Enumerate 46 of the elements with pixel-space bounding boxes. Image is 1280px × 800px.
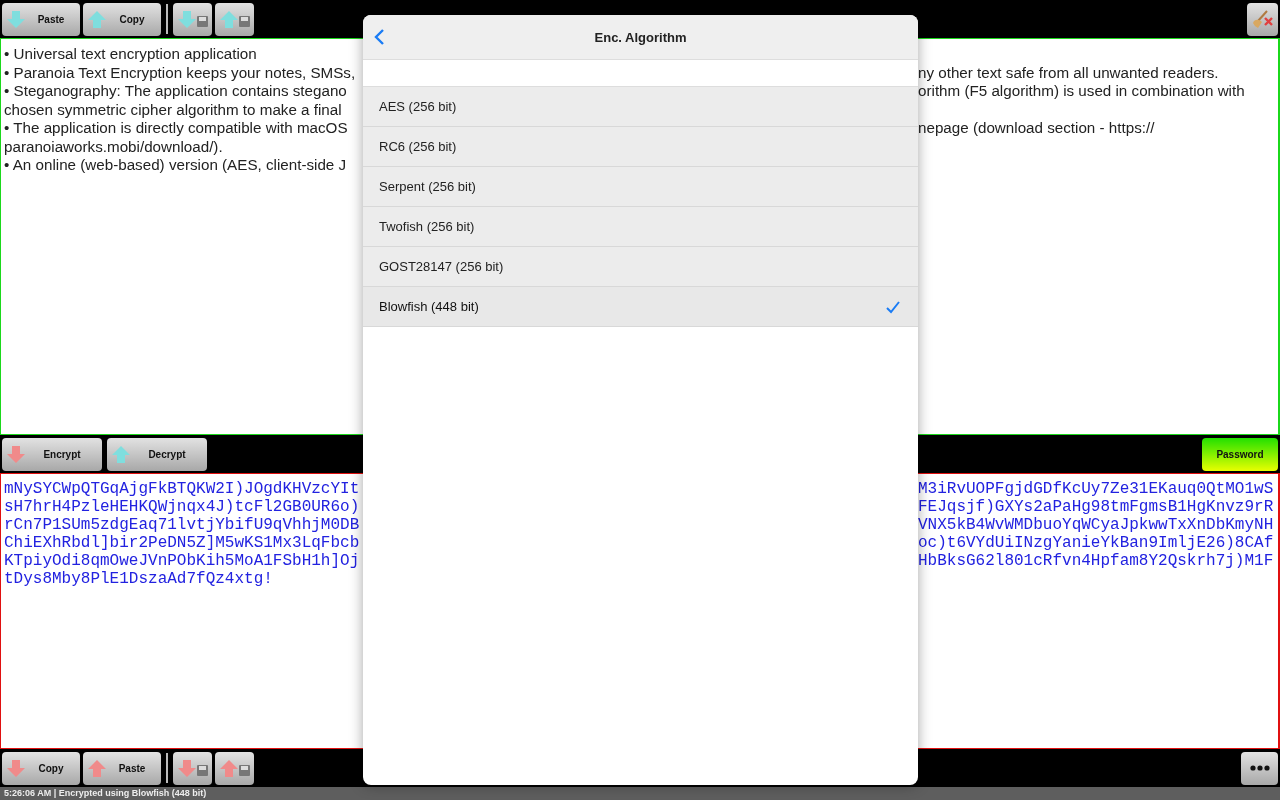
- cipher-line: sH7hrH4PzleHEHKQWjnqx4J)tcFl2GB0UR6o): [4, 498, 361, 516]
- toolbar-button[interactable]: Copy: [2, 751, 80, 785]
- cipher-line: KTpiyOdi8qmOweJVnPObKih5MoA1FSbH1h]Oj: [4, 552, 361, 570]
- algorithm-option[interactable]: Blowfish (448 bit): [363, 287, 918, 327]
- text-line: • Universal text encryption application: [4, 45, 258, 64]
- text-line: nepage (download section - https://: [918, 119, 1156, 138]
- text-line: • An online (web-based) version (AES, client-side J: [4, 156, 348, 175]
- broom-cross-icon: [1251, 9, 1274, 29]
- toolbar-button[interactable]: Copy: [83, 2, 161, 36]
- cipher-line: mNySYCWpQTGqAjgFkBTQKW2I)JOgdKHVzcYIt: [4, 480, 361, 498]
- cipher-line: ChiEXhRbdl]bir2PeDN5Z]M5wKS1Mx3LqFbcb: [4, 534, 361, 552]
- cipher-line: rCn7P1SUm5zdgEaq71lvtjYbifU9qVhhjM0DB: [4, 516, 361, 534]
- more-button[interactable]: [1241, 751, 1278, 785]
- text-line: • The application is directly compatible with macOS: [4, 119, 349, 138]
- toolbar-button[interactable]: Paste: [2, 2, 80, 36]
- algorithm-option[interactable]: GOST28147 (256 bit): [363, 247, 918, 287]
- toolbar-button[interactable]: Paste: [83, 751, 161, 785]
- cipher-line: oc)t6VYdUiINzgYanieYkBan9ImljE26)8CAf: [918, 534, 1275, 552]
- cipher-line: VNX5kB4WvWMDbuoYqWCyaJpkwwTxXnDbKmyNH: [918, 516, 1275, 534]
- text-line: chosen symmetric cipher algorithm to make a final: [4, 100, 343, 119]
- more-icon: [1249, 765, 1270, 771]
- save-button[interactable]: [215, 2, 254, 36]
- save-button[interactable]: [173, 2, 212, 36]
- clear-button[interactable]: [1247, 2, 1278, 36]
- algorithm-option[interactable]: RC6 (256 bit): [363, 127, 918, 167]
- cipher-line: tDys8Mby8PlE1DszaAd7fQz4xtg!: [4, 570, 274, 588]
- algorithm-option[interactable]: Twofish (256 bit): [363, 207, 918, 247]
- algorithm-option[interactable]: Serpent (256 bit): [363, 167, 918, 207]
- cipher-line: HbBksG62l801cRfvn4Hpfam8Y2Qskrh7j)M1F: [918, 552, 1275, 570]
- cipher-line: FEJqsjf)GXYs2aPaHg98tmFgmsB1HgKnvz9rR: [918, 498, 1275, 516]
- decrypt-button[interactable]: Decrypt: [107, 437, 207, 471]
- text-line: • Paranoia Text Encryption keeps your notes, SMSs,: [4, 63, 357, 82]
- text-line: ny other text safe from all unwanted readers.: [918, 63, 1220, 82]
- save-button[interactable]: [173, 751, 212, 785]
- algorithm-option[interactable]: AES (256 bit): [363, 87, 918, 127]
- text-line: • Steganography: The application contains stegano: [4, 82, 348, 101]
- checkmark-icon: [885, 299, 901, 314]
- status-bar: 5:26:06 AM | Encrypted using Blowfish (448 bit): [0, 787, 1280, 800]
- text-line: paranoiaworks.mobi/download/).: [4, 137, 224, 156]
- back-chevron-icon[interactable]: [373, 28, 385, 46]
- encrypt-button[interactable]: Encrypt: [2, 437, 102, 471]
- cipher-line: M3iRvUOPFgjdGDfKcUy7Ze31EKauq0QtMO1wS: [918, 480, 1275, 498]
- text-line: orithm (F5 algorithm) is used in combination with: [918, 82, 1246, 101]
- save-button[interactable]: [215, 751, 254, 785]
- password-button[interactable]: Password: [1202, 437, 1278, 471]
- popover-title: Enc. Algorithm: [594, 29, 687, 45]
